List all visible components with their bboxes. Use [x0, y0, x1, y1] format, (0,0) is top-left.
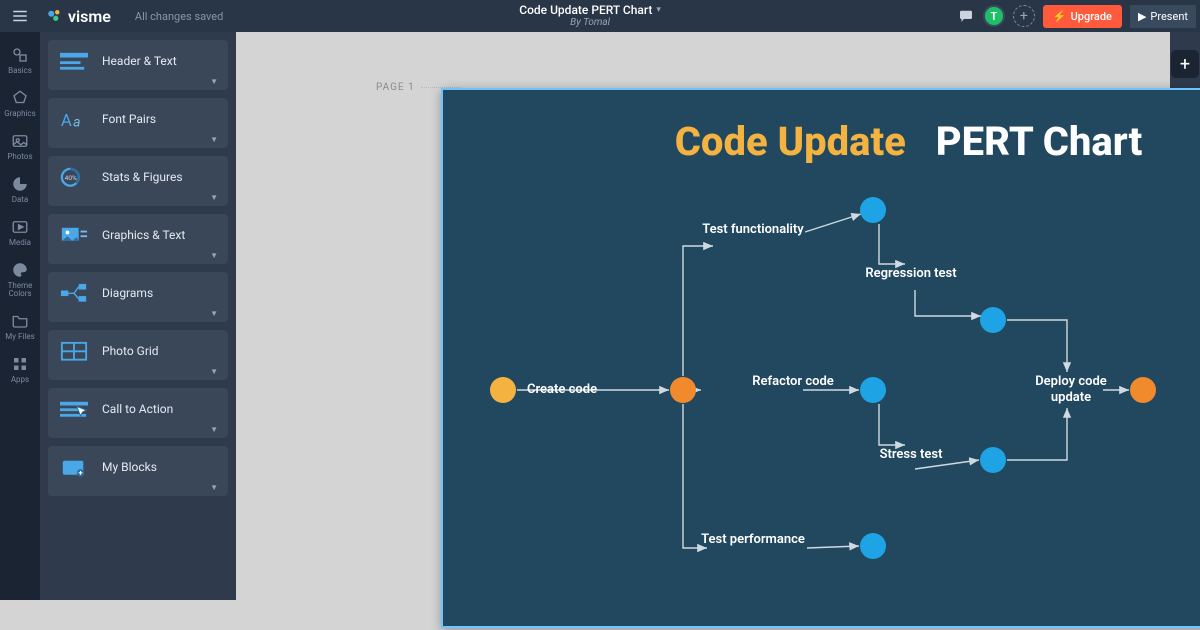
rail-basics[interactable]: Basics: [0, 40, 40, 81]
svg-text:a: a: [73, 114, 80, 129]
pert-label[interactable]: Stress test: [856, 447, 966, 463]
add-page-button[interactable]: +: [1171, 50, 1199, 78]
main-area: BasicsGraphicsPhotosDataMediaTheme Color…: [0, 32, 1200, 600]
rail-media[interactable]: Media: [0, 212, 40, 253]
panel-font-pairs[interactable]: AaFont Pairs▼: [48, 98, 228, 148]
brand-name: visme: [68, 7, 111, 26]
chevron-down-icon: ▼: [210, 251, 218, 260]
stats-icon: 40%: [60, 166, 88, 188]
chevron-down-icon: ▾: [656, 6, 661, 16]
pert-node[interactable]: [490, 377, 516, 403]
user-avatar[interactable]: T: [983, 5, 1005, 27]
top-bar: visme All changes saved Code Update PERT…: [0, 0, 1200, 32]
pert-node[interactable]: [980, 307, 1006, 333]
graphics-icon: [60, 224, 88, 246]
panel-diagrams[interactable]: Diagrams▼: [48, 272, 228, 322]
document-title: Code Update PERT Chart: [519, 4, 652, 17]
present-button[interactable]: ▶Present: [1130, 5, 1196, 28]
upgrade-button[interactable]: ⚡Upgrade: [1043, 5, 1122, 28]
document-title-area[interactable]: Code Update PERT Chart ▾ By Tomal: [223, 4, 957, 28]
pert-label[interactable]: Deploy code update: [1016, 374, 1126, 405]
rail-apps[interactable]: Apps: [0, 349, 40, 390]
svg-text:A: A: [61, 111, 72, 130]
chart-edges: [443, 90, 1200, 630]
pert-node[interactable]: [670, 377, 696, 403]
panel-call-to-action[interactable]: Call to Action▼: [48, 388, 228, 438]
pert-label[interactable]: Test performance: [698, 532, 808, 548]
top-right-controls: T + ⚡Upgrade ▶Present: [957, 5, 1200, 28]
chevron-down-icon: ▼: [210, 483, 218, 492]
rail-my-files[interactable]: My Files: [0, 306, 40, 347]
pert-node[interactable]: [1130, 377, 1156, 403]
document-author: By Tomal: [570, 17, 610, 28]
pert-label[interactable]: Create code: [527, 382, 637, 398]
bolt-icon: ⚡: [1053, 10, 1067, 23]
chevron-down-icon: ▼: [210, 425, 218, 434]
save-status: All changes saved: [135, 10, 223, 23]
chevron-down-icon: ▼: [210, 193, 218, 202]
canvas[interactable]: PAGE 1 Code Update PERT Chart Create cod…: [236, 32, 1170, 600]
header-icon: [60, 50, 88, 72]
pert-node[interactable]: [980, 447, 1006, 473]
panel-graphics-text[interactable]: Graphics & Text▼: [48, 214, 228, 264]
panel-my-blocks[interactable]: My Blocks▼: [48, 446, 228, 496]
rail-theme-colors[interactable]: Theme Colors: [0, 255, 40, 304]
panel-header-text[interactable]: Header & Text▼: [48, 40, 228, 90]
pert-label[interactable]: Test functionality: [698, 222, 808, 238]
add-collaborator-button[interactable]: +: [1013, 5, 1035, 27]
font-icon: Aa: [60, 108, 88, 130]
chevron-down-icon: ▼: [210, 309, 218, 318]
grid-icon: [60, 340, 88, 362]
play-icon: ▶: [1138, 10, 1146, 23]
pert-node[interactable]: [860, 377, 886, 403]
cta-icon: [60, 398, 88, 420]
chevron-down-icon: ▼: [210, 135, 218, 144]
pert-node[interactable]: [860, 197, 886, 223]
rail-photos[interactable]: Photos: [0, 126, 40, 167]
chevron-down-icon: ▼: [210, 77, 218, 86]
hamburger-menu[interactable]: [0, 0, 40, 32]
rail-graphics[interactable]: Graphics: [0, 83, 40, 124]
visme-logo-icon: [46, 7, 64, 25]
diagram-icon: [60, 282, 88, 304]
pert-node[interactable]: [860, 533, 886, 559]
brand-logo[interactable]: visme: [46, 7, 111, 26]
left-rail: BasicsGraphicsPhotosDataMediaTheme Color…: [0, 32, 40, 600]
panel-photo-grid[interactable]: Photo Grid▼: [48, 330, 228, 380]
comments-icon[interactable]: [957, 7, 975, 25]
svg-text:40%: 40%: [65, 174, 77, 182]
page-1[interactable]: Code Update PERT Chart Create codeTest f…: [441, 88, 1200, 628]
pert-label[interactable]: Refactor code: [738, 374, 848, 390]
blocks-icon: [60, 456, 88, 478]
pert-label[interactable]: Regression test: [856, 266, 966, 282]
panel-stats-figures[interactable]: 40%Stats & Figures▼: [48, 156, 228, 206]
rail-data[interactable]: Data: [0, 169, 40, 210]
chevron-down-icon: ▼: [210, 367, 218, 376]
blocks-panel: Header & Text▼ AaFont Pairs▼ 40%Stats & Fi…: [40, 32, 236, 600]
